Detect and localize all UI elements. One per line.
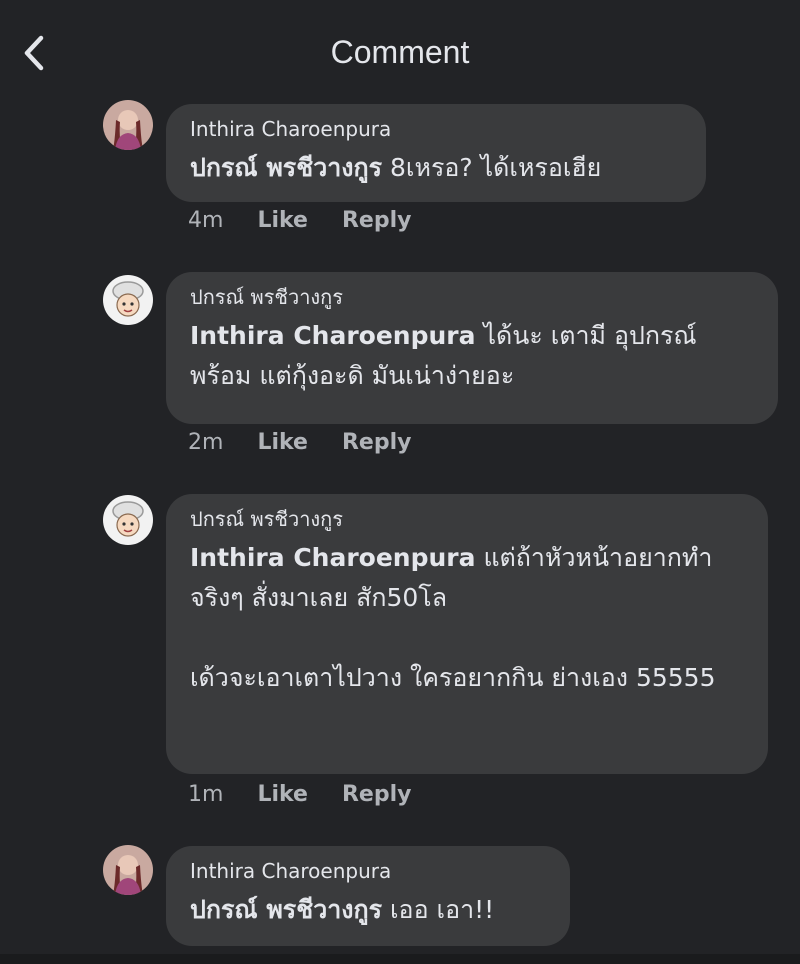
user-avatar-icon (103, 275, 153, 325)
bottom-divider (0, 954, 800, 964)
comment-author[interactable]: ปกรณ์ พรชีวางกูร (190, 284, 756, 310)
comment-bubble[interactable]: ปกรณ์ พรชีวางกูร Inthira Charoenpura ได้… (166, 272, 778, 424)
mention-link[interactable]: ปกรณ์ พรชีวางกูร (190, 153, 382, 182)
comment-timestamp: 1m (188, 782, 224, 807)
comment-text: Inthira Charoenpura ได้นะ เตามี อุปกรณ์พ… (190, 316, 756, 396)
reply-button[interactable]: Reply (342, 208, 412, 233)
comment-author[interactable]: ปกรณ์ พรชีวางกูร (190, 506, 746, 532)
mention-link[interactable]: Inthira Charoenpura (190, 543, 476, 572)
page-title: Comment (330, 34, 470, 70)
header: Comment (0, 0, 800, 100)
avatar[interactable] (103, 495, 153, 545)
comment-timestamp: 4m (188, 208, 224, 233)
like-button[interactable]: Like (257, 782, 308, 807)
comment-text: Inthira Charoenpura แต่ถ้าหัวหน้าอยากทำจ… (190, 538, 746, 698)
comment-bubble[interactable]: ปกรณ์ พรชีวางกูร Inthira Charoenpura แต่… (166, 494, 768, 774)
comment-text: ปกรณ์ พรชีวางกูร เออ เอา!! (190, 890, 548, 930)
comment-body: เออ เอา!! (382, 895, 495, 924)
mention-link[interactable]: ปกรณ์ พรชีวางกูร (190, 895, 382, 924)
comment-actions: 2m Like Reply (188, 430, 445, 455)
comment-actions: 4m Like Reply (188, 208, 445, 233)
comment-text: ปกรณ์ พรชีวางกูร 8เหรอ? ได้เหรอเฮีย (190, 148, 684, 188)
comment-bubble[interactable]: Inthira Charoenpura ปกรณ์ พรชีวางกูร เออ… (166, 846, 570, 946)
avatar[interactable] (103, 100, 153, 150)
user-avatar-icon (103, 495, 153, 545)
reply-button[interactable]: Reply (342, 782, 412, 807)
like-button[interactable]: Like (257, 430, 308, 455)
comment-author[interactable]: Inthira Charoenpura (190, 858, 548, 884)
avatar[interactable] (103, 845, 153, 895)
comment-body: 8เหรอ? ได้เหรอเฮีย (382, 153, 602, 182)
user-avatar-icon (103, 100, 153, 150)
like-button[interactable]: Like (257, 208, 308, 233)
comment-bubble[interactable]: Inthira Charoenpura ปกรณ์ พรชีวางกูร 8เห… (166, 104, 706, 202)
user-avatar-icon (103, 845, 153, 895)
reply-button[interactable]: Reply (342, 430, 412, 455)
comment-actions: 1m Like Reply (188, 782, 445, 807)
comment-timestamp: 2m (188, 430, 224, 455)
mention-link[interactable]: Inthira Charoenpura (190, 321, 476, 350)
comment-author[interactable]: Inthira Charoenpura (190, 116, 684, 142)
avatar[interactable] (103, 275, 153, 325)
